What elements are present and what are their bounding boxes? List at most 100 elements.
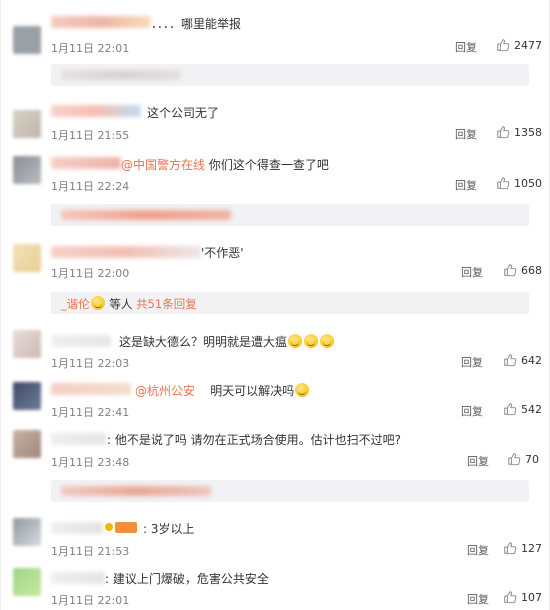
comment-text: ．．．．哪里能举报 xyxy=(151,17,242,31)
comment-item: 这个公司无了 1月11日 21:55 回复 1358 xyxy=(1,95,550,150)
username-blurred[interactable] xyxy=(51,16,151,28)
like-button[interactable]: 127 xyxy=(503,541,542,555)
username-blurred[interactable] xyxy=(51,522,103,534)
avatar[interactable] xyxy=(13,382,41,410)
mention-link[interactable]: @中国警方在线 xyxy=(121,158,205,172)
comment-item: @杭州公安 明天可以解决吗 1月11日 22:41 回复 542 xyxy=(1,376,550,422)
thumbs-up-icon xyxy=(504,354,517,367)
like-button[interactable]: 1050 xyxy=(496,176,542,190)
thumbs-up-icon xyxy=(497,39,510,52)
username-blurred[interactable] xyxy=(51,383,131,395)
emoji-icon xyxy=(288,334,303,348)
subreply-blurred-text xyxy=(61,70,181,80)
comment-item: : 建议上门爆破，危害公共安全 1月11日 22:01 回复 107 xyxy=(1,564,550,610)
comment-list: ．．．．哪里能举报 1月11日 22:01 回复 2477 这个公司无了 1月1… xyxy=(0,0,550,610)
comment-item: : 他不是说了吗 请勿在正式场合使用。估计也扫不过吧? 1月11日 23:48 … xyxy=(1,424,550,474)
comment-text: : 建议上门爆破，危害公共安全 xyxy=(105,572,269,586)
like-count: 642 xyxy=(521,353,542,367)
like-button[interactable]: 70 xyxy=(507,452,539,466)
reply-button[interactable]: 回复 xyxy=(455,126,477,142)
avatar[interactable] xyxy=(13,330,41,358)
verified-icon xyxy=(104,522,114,532)
comment-text: @中国警方在线 你们这个得查一查了吧 xyxy=(121,156,329,173)
username-blurred[interactable] xyxy=(51,433,106,445)
subreply-bar[interactable]: _谐伦 等人 共51条回复 xyxy=(51,292,529,314)
thumbs-up-icon xyxy=(504,264,517,277)
thumbs-up-icon xyxy=(497,177,510,190)
comment-time: 1月11日 22:00 xyxy=(51,267,130,280)
like-count: 1358 xyxy=(514,125,542,139)
like-count: 2477 xyxy=(514,38,542,52)
comment-time: 1月11日 21:53 xyxy=(51,545,130,558)
reply-button[interactable]: 回复 xyxy=(455,39,477,55)
like-count: 70 xyxy=(525,452,539,466)
like-count: 542 xyxy=(521,402,542,416)
comment-item: @中国警方在线 你们这个得查一查了吧 1月11日 22:24 回复 1050 xyxy=(1,150,550,202)
subreply-count[interactable]: 共51条回复 xyxy=(136,297,197,311)
avatar[interactable] xyxy=(13,518,41,546)
comment-item: 这是缺大德么？明明就是遭大瘟 1月11日 22:03 回复 642 xyxy=(1,322,550,372)
comment-text: : 他不是说了吗 请勿在正式场合使用。估计也扫不过吧? xyxy=(107,433,402,447)
like-button[interactable]: 668 xyxy=(503,263,542,277)
comment-time: 1月11日 22:01 xyxy=(51,594,130,607)
comment-text: @杭州公安 明天可以解决吗 xyxy=(135,382,310,399)
username-blurred[interactable] xyxy=(51,335,111,347)
comment-time: 1月11日 21:55 xyxy=(51,129,130,142)
subreply-blurred-text xyxy=(61,486,211,496)
comment-item: ．．．．哪里能举报 1月11日 22:01 回复 2477 xyxy=(1,0,550,60)
comment-text: : 3岁以上 xyxy=(143,522,195,536)
like-button[interactable]: 1358 xyxy=(496,125,542,139)
reply-button[interactable]: 回复 xyxy=(461,403,483,419)
username-blurred[interactable] xyxy=(51,246,201,258)
subreply-bar-blurred[interactable] xyxy=(51,204,529,226)
like-count: 1050 xyxy=(514,176,542,190)
thumbs-up-icon xyxy=(508,453,521,466)
comment-item: : 3岁以上 1月11日 21:53 回复 127 xyxy=(1,514,550,560)
reply-button[interactable]: 回复 xyxy=(467,591,489,607)
like-button[interactable]: 2477 xyxy=(496,38,542,52)
thumbs-up-icon xyxy=(504,403,517,416)
avatar[interactable] xyxy=(13,568,41,596)
avatar[interactable] xyxy=(13,26,41,54)
member-badge xyxy=(115,522,137,533)
avatar[interactable] xyxy=(13,156,41,184)
like-count: 107 xyxy=(521,590,542,604)
thumbs-up-icon xyxy=(504,591,517,604)
subreply-bar-blurred[interactable] xyxy=(51,480,529,502)
comment-time: 1月11日 22:24 xyxy=(51,180,130,193)
comment-item: '不作恶' 1月11日 22:00 回复 668 xyxy=(1,236,550,286)
reply-button[interactable]: 回复 xyxy=(467,453,489,469)
comment-time: 1月11日 22:03 xyxy=(51,357,130,370)
like-count: 668 xyxy=(521,263,542,277)
thumbs-up-icon xyxy=(497,126,510,139)
subreply-bar-blurred[interactable] xyxy=(51,64,529,86)
username-blurred[interactable] xyxy=(51,105,141,117)
emoji-icon xyxy=(295,383,310,397)
comment-text: '不作恶' xyxy=(201,246,244,260)
avatar[interactable] xyxy=(13,110,41,138)
like-button[interactable]: 107 xyxy=(503,590,542,604)
comment-body: 明天可以解决吗 xyxy=(210,384,295,398)
like-count: 127 xyxy=(521,541,542,555)
emoji-icon xyxy=(304,334,319,348)
like-button[interactable]: 642 xyxy=(503,353,542,367)
subreply-blurred-text xyxy=(61,210,231,220)
avatar[interactable] xyxy=(13,244,41,272)
reply-button[interactable]: 回复 xyxy=(461,264,483,280)
comment-time: 1月11日 23:48 xyxy=(51,456,130,469)
subreply-user[interactable]: _谐伦 xyxy=(61,297,90,311)
reply-button[interactable]: 回复 xyxy=(461,354,483,370)
reply-button[interactable]: 回复 xyxy=(467,542,489,558)
comment-body: 你们这个得查一查了吧 xyxy=(208,158,329,172)
avatar[interactable] xyxy=(13,430,41,458)
reply-button[interactable]: 回复 xyxy=(455,177,477,193)
mention-link[interactable]: @杭州公安 xyxy=(135,384,195,398)
emoji-icon xyxy=(90,296,105,310)
username-blurred[interactable] xyxy=(51,157,121,169)
emoji-icon xyxy=(320,334,335,348)
username-blurred[interactable] xyxy=(51,572,105,584)
comment-text: 这是缺大德么？明明就是遭大瘟 xyxy=(119,333,335,350)
subreply-summary[interactable]: _谐伦 等人 共51条回复 xyxy=(61,296,197,312)
like-button[interactable]: 542 xyxy=(503,402,542,416)
comment-time: 1月11日 22:01 xyxy=(51,42,130,55)
